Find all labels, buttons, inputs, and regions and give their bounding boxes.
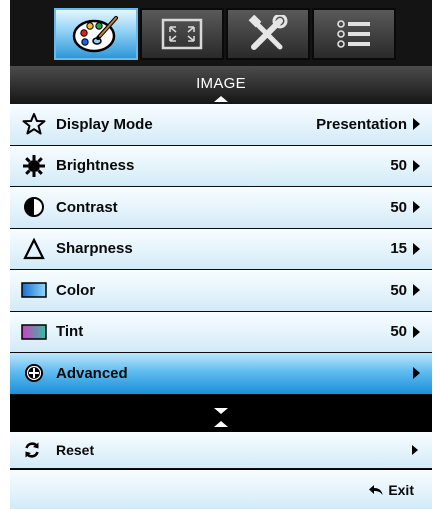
- exit-label: Exit: [388, 481, 414, 498]
- tab-display[interactable]: [140, 8, 224, 60]
- chevron-right-icon: [413, 367, 420, 380]
- chevron-right-icon: [413, 325, 420, 338]
- list-icon: [337, 20, 370, 48]
- menu-item-value: 50: [390, 323, 407, 341]
- scroll-down-icon[interactable]: [214, 408, 228, 414]
- menu-item-brightness[interactable]: Brightness 50: [10, 145, 432, 187]
- scroll-up-icon[interactable]: [214, 421, 228, 427]
- chevron-right-icon: [413, 284, 420, 297]
- tools-icon: [248, 15, 288, 50]
- chevron-right-icon: [413, 159, 420, 172]
- tab-options[interactable]: [312, 8, 396, 60]
- menu-item-contrast[interactable]: Contrast 50: [10, 187, 432, 229]
- menu-item-label: Advanced: [56, 364, 128, 382]
- menu-item-value: Presentation: [316, 115, 407, 133]
- osd-menu: IMAGE Display Mode Presentation Brightne…: [10, 0, 432, 509]
- menu-tab-bar: [10, 0, 432, 66]
- menu-item-display-mode[interactable]: Display Mode Presentation: [10, 104, 432, 146]
- chevron-right-icon: [413, 242, 420, 255]
- contrast-icon: [20, 195, 48, 219]
- exit-button[interactable]: Exit: [10, 470, 432, 509]
- menu-item-label: Display Mode: [56, 115, 153, 133]
- reset-label: Reset: [56, 442, 95, 458]
- palette-icon: [72, 16, 118, 53]
- screen-frame-icon: [161, 18, 203, 50]
- menu-item-sharpness[interactable]: Sharpness 15: [10, 228, 432, 270]
- scroll-indicator: [10, 404, 432, 432]
- menu-item-label: Sharpness: [56, 240, 133, 258]
- chevron-right-icon: [412, 445, 418, 455]
- sun-icon: [20, 154, 48, 178]
- tab-image[interactable]: [54, 8, 138, 60]
- menu-title-bar: IMAGE: [10, 66, 432, 104]
- refresh-icon: [18, 439, 46, 461]
- chevron-right-icon: [413, 201, 420, 214]
- reset-button[interactable]: Reset: [10, 432, 432, 469]
- return-arrow-icon: [369, 484, 383, 495]
- scroll-up-icon[interactable]: [214, 96, 228, 102]
- menu-item-label: Contrast: [56, 198, 118, 216]
- tab-setup[interactable]: [226, 8, 310, 60]
- menu-item-color[interactable]: Color 50: [10, 270, 432, 312]
- menu-item-tint[interactable]: Tint 50: [10, 311, 432, 353]
- star-icon: [20, 112, 48, 136]
- tint-swatch-icon: [20, 320, 48, 344]
- chevron-right-icon: [413, 118, 420, 131]
- delta-icon: [20, 237, 48, 261]
- menu-list: Display Mode Presentation Brightness 50: [10, 104, 432, 395]
- color-swatch-icon: [20, 278, 48, 302]
- menu-item-advanced[interactable]: Advanced: [10, 353, 432, 395]
- menu-item-label: Color: [56, 281, 96, 299]
- menu-item-label: Brightness: [56, 157, 135, 175]
- menu-item-value: 15: [390, 240, 407, 258]
- menu-item-value: 50: [390, 198, 407, 216]
- page-title: IMAGE: [196, 75, 246, 92]
- menu-item-value: 50: [390, 157, 407, 175]
- menu-item-label: Tint: [56, 323, 84, 341]
- plus-circle-icon: [20, 361, 48, 385]
- menu-item-value: 50: [390, 281, 407, 299]
